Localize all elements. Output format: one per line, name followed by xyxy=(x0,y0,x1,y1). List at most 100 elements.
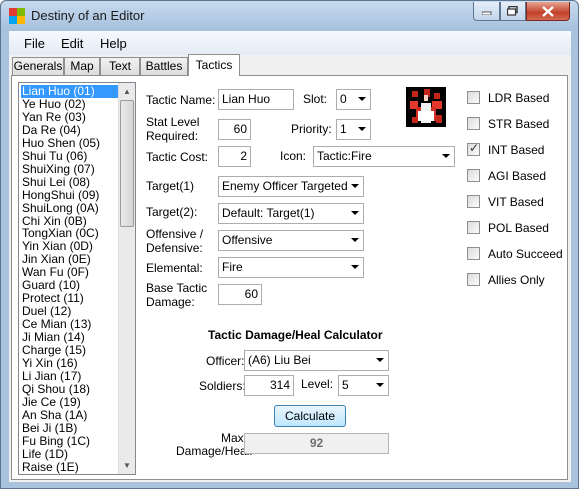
calculate-button[interactable]: Calculate xyxy=(274,405,346,427)
checkbox-pol-based[interactable]: POL Based xyxy=(467,221,577,237)
tactics-listbox[interactable]: Lian Huo (01) Ye Huo (02) Yan Re (03) Da Re… xyxy=(18,82,136,475)
tab-map[interactable]: Map xyxy=(64,57,100,75)
menu-file[interactable]: File xyxy=(24,36,45,51)
soldiers-input[interactable]: 314 xyxy=(244,375,294,396)
elemental-select[interactable]: Fire xyxy=(218,257,364,278)
minimize-icon xyxy=(481,11,491,15)
list-item[interactable]: Da Re (04) xyxy=(21,123,120,137)
slot-value: 0 xyxy=(340,92,347,106)
checkbox-box[interactable] xyxy=(467,247,480,260)
checkbox-label: LDR Based xyxy=(488,91,550,105)
soldiers-label: Soldiers: xyxy=(199,379,246,393)
officer-select[interactable]: (A6) Liu Bei xyxy=(244,350,389,371)
tactic-cost-input[interactable]: 2 xyxy=(218,146,251,167)
maximize-button[interactable] xyxy=(500,2,526,21)
chevron-down-icon xyxy=(376,383,384,387)
icon-select[interactable]: Tactic:Fire xyxy=(313,146,455,167)
checkbox-agi-based[interactable]: AGI Based xyxy=(467,169,577,185)
checkbox-box[interactable] xyxy=(467,91,480,104)
tactic-name-input[interactable]: Lian Huo xyxy=(218,89,294,110)
chevron-down-icon xyxy=(376,358,384,362)
vertical-scrollbar[interactable]: ▲ ▼ xyxy=(118,83,135,474)
offdef-select[interactable]: Offensive xyxy=(218,230,364,251)
tactic-cost-label: Tactic Cost: xyxy=(146,150,209,164)
icon-label: Icon: xyxy=(280,149,307,163)
target1-label: Target(1) xyxy=(146,179,195,193)
max-label-1: Max xyxy=(221,431,244,445)
checkbox-label: AGI Based xyxy=(488,169,547,183)
elemental-value: Fire xyxy=(222,260,243,274)
checkbox-box[interactable] xyxy=(467,273,480,286)
stat-level-input[interactable]: 60 xyxy=(218,119,251,140)
menu-help[interactable]: Help xyxy=(100,36,127,51)
checkbox-box[interactable] xyxy=(467,221,480,234)
checkbox-label: Auto Succeed xyxy=(488,247,563,261)
list-item[interactable]: Shui Tu (06) xyxy=(21,149,120,163)
checkbox-box[interactable] xyxy=(467,117,480,130)
list-item[interactable]: ShuiXing (07) xyxy=(21,162,120,176)
tab-battles[interactable]: Battles xyxy=(140,57,188,75)
priority-label: Priority: xyxy=(291,122,332,136)
list-item[interactable]: Raise (1E) xyxy=(21,460,120,474)
close-button[interactable] xyxy=(526,2,570,21)
menu-bar: File Edit Help xyxy=(9,31,571,55)
level-label: Level: xyxy=(301,377,334,391)
list-item[interactable]: Yan Re (03) xyxy=(21,110,120,124)
maximize-icon xyxy=(507,6,518,16)
chevron-down-icon xyxy=(351,184,359,188)
list-item[interactable]: Huo Shen (05) xyxy=(21,136,120,150)
list-item[interactable]: An Sha (1A) xyxy=(21,408,120,422)
target2-select[interactable]: Default: Target(1) xyxy=(218,203,364,224)
list-item[interactable]: Jie Ce (19) xyxy=(21,395,120,409)
tab-generals[interactable]: Generals xyxy=(12,57,64,75)
level-select[interactable]: 5 xyxy=(338,375,389,396)
checkbox-ldr-based[interactable]: LDR Based xyxy=(467,91,577,107)
scroll-thumb[interactable] xyxy=(120,100,134,227)
list-item[interactable]: Qi Shou (18) xyxy=(21,382,120,396)
menu-edit[interactable]: Edit xyxy=(61,36,83,51)
list-item[interactable]: Yi Xin (16) xyxy=(21,356,120,370)
base-damage-label-1: Base Tactic xyxy=(146,281,208,295)
checkbox-box[interactable] xyxy=(467,195,480,208)
title-bar[interactable]: Destiny of an Editor xyxy=(1,1,578,31)
tab-text[interactable]: Text xyxy=(100,57,140,75)
target2-value: Default: Target(1) xyxy=(222,206,315,220)
stat-level-label-2: Required: xyxy=(146,129,199,143)
list-item[interactable]: Life (1D) xyxy=(21,447,120,461)
chevron-down-icon xyxy=(358,127,366,131)
list-item[interactable]: Fu Bing (1C) xyxy=(21,434,120,448)
checkbox-label: STR Based xyxy=(488,117,550,131)
window-title: Destiny of an Editor xyxy=(31,8,145,23)
checkbox-int-based[interactable]: ✓ INT Based xyxy=(467,141,577,159)
list-item[interactable]: Li Jian (17) xyxy=(21,369,120,383)
close-icon xyxy=(542,5,554,17)
target1-select[interactable]: Enemy Officer Targeted xyxy=(218,176,364,197)
checkbox-label: INT Based xyxy=(488,143,545,157)
offdef-label-1: Offensive / xyxy=(146,227,204,241)
priority-value: 1 xyxy=(340,122,347,136)
scroll-up-icon[interactable]: ▲ xyxy=(119,83,135,100)
checkbox-label: POL Based xyxy=(488,221,549,235)
scroll-down-icon[interactable]: ▼ xyxy=(119,457,135,474)
checkbox-vit-based[interactable]: VIT Based xyxy=(467,195,577,211)
minimize-button[interactable] xyxy=(473,2,500,21)
checkbox-str-based[interactable]: STR Based xyxy=(467,117,577,133)
list-item[interactable]: ShuiLong (0A) xyxy=(21,201,120,215)
app-icon xyxy=(9,8,25,24)
checkbox-allies-only[interactable]: Allies Only xyxy=(467,273,577,289)
checkbox-box[interactable]: ✓ xyxy=(467,141,480,156)
list-item[interactable]: Bei Ji (1B) xyxy=(21,421,120,435)
list-item[interactable]: Ye Huo (02) xyxy=(21,97,120,111)
slot-select[interactable]: 0 xyxy=(336,89,371,110)
chevron-down-icon xyxy=(442,154,450,158)
max-label-2: Damage/Heal: xyxy=(176,444,253,458)
list-item[interactable]: HongShui (09) xyxy=(21,188,120,202)
base-damage-input[interactable]: 60 xyxy=(218,284,262,305)
list-item[interactable]: Shui Lei (08) xyxy=(21,175,120,189)
checkbox-auto-succeed[interactable]: Auto Succeed xyxy=(467,247,577,263)
checkbox-box[interactable] xyxy=(467,169,480,182)
slot-label: Slot: xyxy=(303,92,328,106)
priority-select[interactable]: 1 xyxy=(336,119,371,140)
chevron-down-icon xyxy=(351,238,359,242)
tab-tactics[interactable]: Tactics xyxy=(188,54,240,76)
